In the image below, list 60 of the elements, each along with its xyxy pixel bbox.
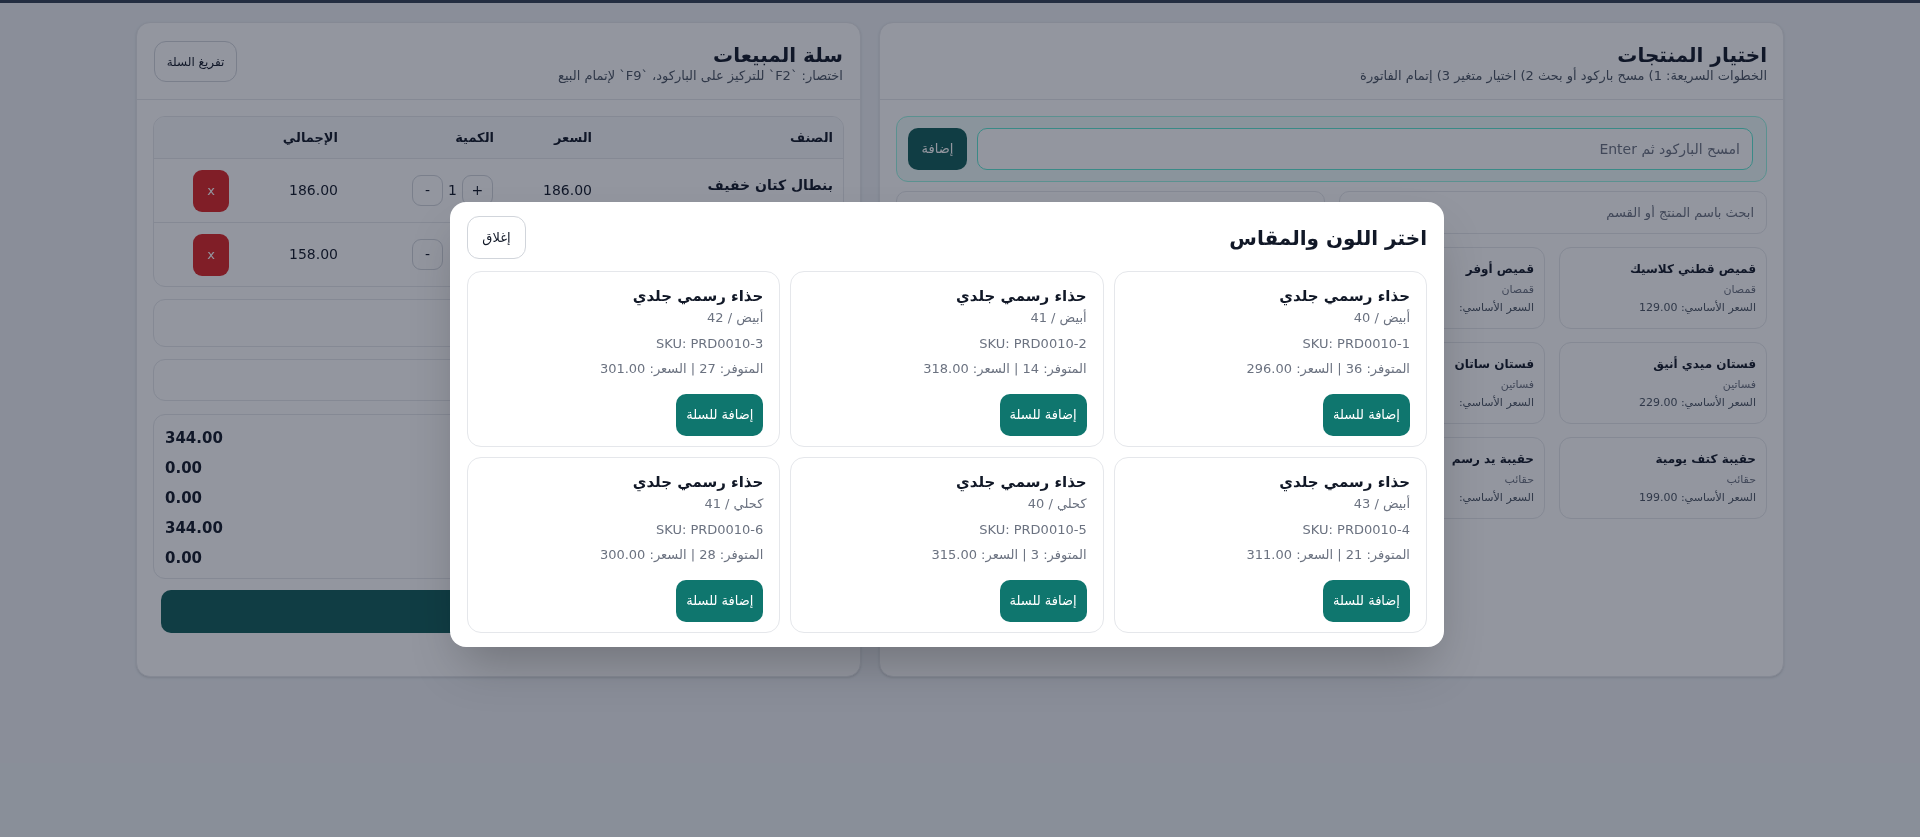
panel-title: اختيار المنتجات [1617,43,1767,67]
variant-stock-price: المتوفر: 36 | السعر: 296.00 [1246,360,1410,379]
panel-subtitle: اختصار: `F2` للتركيز على الباركود، `F9` لإتمام البيع [558,67,843,85]
product-price: السعر الأساسي: 129.00 [1638,300,1756,316]
product-category: قمصان [1723,282,1756,298]
column-header: الكمية [455,128,494,147]
variant-option: كحلي / 40 [1027,494,1087,514]
variant-stock-price: المتوفر: 3 | السعر: 315.00 [931,546,1087,565]
quantity-value: 1 [447,181,458,200]
panel-subtitle: الخطوات السريعة: 1) مسح باركود أو بحث 2) اختيار متغير 3) إتمام الفاتورة [1360,67,1767,85]
total-value: 344.00 [165,517,223,539]
total-value: 0.00 [165,547,202,569]
total-value: 344.00 [165,427,223,449]
variant-option: كحلي / 41 [704,494,764,514]
product-category: حقائب [1504,472,1534,488]
item-total: 186.00 [289,181,338,200]
total-value: 0.00 [165,487,202,509]
variant-name: حذاء رسمي جلدي [955,472,1087,492]
variant-sku: SKU: PRD0010-5 [979,521,1087,539]
product-price: السعر الأساسي: [1458,395,1534,411]
variant-stock-price: المتوفر: 28 | السعر: 300.00 [599,546,764,565]
variant-sku: SKU: PRD0010-1 [1302,335,1410,353]
product-name: قميص أوفر [1465,260,1534,278]
product-category: حقائب [1726,472,1756,488]
item-name: بنطال كتان خفيف [707,177,833,193]
product-category: فساتين [1500,377,1534,393]
variant-name: حذاء رسمي جلدي [1279,472,1410,492]
item-price: 186.00 [543,181,592,200]
variant-name: حذاء رسمي جلدي [955,286,1087,306]
variant-sku: SKU: PRD0010-3 [655,335,764,353]
variant-sku: SKU: PRD0010-2 [979,335,1087,353]
variant-option: أبيض / 40 [1353,308,1410,328]
variant-sku: SKU: PRD0010-4 [1302,521,1410,539]
column-header: الصنف [790,128,833,147]
product-category: قمصان [1501,282,1534,298]
product-name: حقيبة كتف يومية [1655,451,1756,468]
product-name: قميص قطني كلاسيك [1629,261,1756,278]
variant-stock-price: المتوفر: 27 | السعر: 301.00 [599,360,764,379]
variant-option: أبيض / 43 [1353,494,1410,514]
variant-name: حذاء رسمي جلدي [632,472,764,492]
variant-stock-price: المتوفر: 14 | السعر: 318.00 [923,360,1087,379]
product-price: السعر الأساسي: 229.00 [1638,395,1756,411]
variant-name: حذاء رسمي جلدي [632,286,764,306]
product-name: فستان ميدي أنيق [1653,355,1756,373]
column-header: السعر [554,128,592,147]
variant-option: أبيض / 41 [1030,308,1087,328]
variant-name: حذاء رسمي جلدي [1279,286,1410,306]
product-name: فستان ساتان [1454,356,1534,373]
product-price: السعر الأساسي: [1458,300,1534,316]
total-value: 0.00 [165,457,202,479]
variant-stock-price: المتوفر: 21 | السعر: 311.00 [1246,546,1410,565]
product-price: السعر الأساسي: [1458,490,1534,506]
item-total: 158.00 [289,245,338,264]
product-category: فساتين [1722,377,1756,393]
product-name: حقيبة يد رسم [1451,451,1534,468]
variant-sku: SKU: PRD0010-6 [655,521,764,539]
variant-option: أبيض / 42 [707,308,764,328]
column-header: الإجمالي [282,128,338,147]
panel-title: سلة المبيعات [713,43,843,67]
product-price: السعر الأساسي: 199.00 [1638,490,1756,506]
